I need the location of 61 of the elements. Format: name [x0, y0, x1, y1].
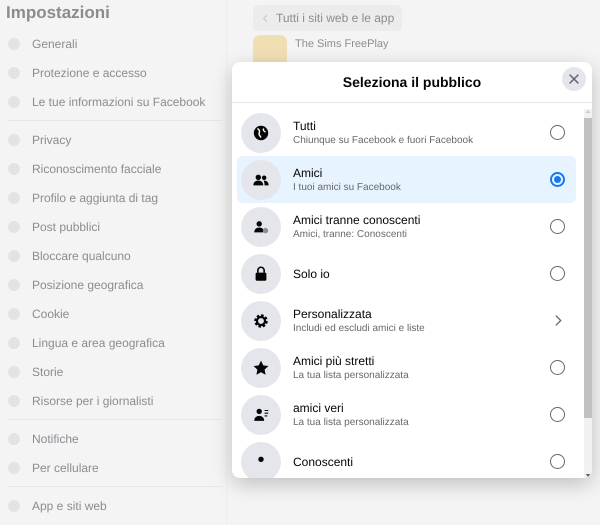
audience-option[interactable]: Amici tranne conoscenti Amici, tranne: Conoscenti [237, 203, 576, 250]
option-description: Includi ed escludi amici e liste [293, 323, 426, 334]
sidebar-item[interactable]: Riconoscimento facciale [6, 154, 226, 183]
option-title: Tutti [293, 119, 317, 133]
close-icon [567, 72, 581, 86]
gear-icon [241, 300, 281, 340]
sidebar-item[interactable]: Privacy [6, 125, 226, 154]
dialog-title: Seleziona il pubblico [342, 74, 482, 90]
sidebar-item[interactable]: Risorse per i giornalisti [6, 386, 226, 415]
sidebar-item[interactable]: Cookie [6, 299, 226, 328]
option-description: La tua lista personalizzata [293, 370, 410, 381]
option-description: La tua lista personalizzata [293, 417, 410, 428]
sidebar-item[interactable]: Storie [6, 357, 226, 386]
sidebar-item[interactable]: Profilo e aggiunta di tag [6, 183, 226, 212]
sidebar-item[interactable]: App e siti web [6, 491, 226, 520]
radio-button[interactable] [550, 360, 565, 375]
option-title: Amici più stretti [293, 354, 376, 368]
audience-option[interactable]: amici veri La tua lista personalizzata [237, 391, 576, 438]
lock-icon [241, 254, 281, 294]
sidebar-item[interactable]: Le tue informazioni su Facebook [6, 87, 226, 116]
radio-button[interactable] [550, 172, 565, 187]
sidebar-item[interactable]: Lingua e area geografica [6, 328, 226, 357]
audience-option[interactable]: Amici più stretti La tua lista personalizzata [237, 344, 576, 391]
radio-button[interactable] [550, 266, 565, 281]
option-description: Chiunque su Facebook e fuori Facebook [293, 135, 474, 146]
close-button[interactable] [562, 67, 586, 91]
radio-button[interactable] [550, 125, 565, 140]
back-button[interactable]: Tutti i siti web e le app [253, 5, 402, 31]
option-description: I tuoi amici su Facebook [293, 182, 402, 193]
option-title: Amici [293, 166, 324, 180]
option-title: Personalizzata [293, 307, 373, 321]
sidebar-item[interactable]: Posizione geografica [6, 270, 226, 299]
option-title: Solo io [293, 266, 331, 280]
app-name: The Sims FreePlay [295, 38, 389, 50]
chevron-right-icon[interactable] [554, 314, 563, 327]
audience-option[interactable]: Personalizzata Includi ed escludi amici e liste [237, 297, 576, 344]
audience-option[interactable]: Tutti Chiunque su Facebook e fuori Facebook [237, 109, 576, 156]
sidebar-item[interactable]: Per cellulare [6, 453, 226, 482]
option-title: Conoscenti [293, 454, 354, 468]
scroll-down-icon[interactable] [585, 473, 591, 478]
audience-option[interactable]: Amici I tuoi amici su Facebook [237, 156, 576, 203]
option-title: Amici tranne conoscenti [293, 213, 422, 227]
people-icon [241, 160, 281, 200]
scrollbar-thumb[interactable] [584, 118, 592, 418]
radio-button[interactable] [550, 454, 565, 469]
audience-option[interactable]: Solo io [237, 250, 576, 297]
option-title: amici veri [293, 401, 345, 415]
sidebar-item[interactable]: Generali [6, 29, 226, 58]
person-minus-icon [241, 206, 281, 246]
sidebar-item[interactable]: Bloccare qualcuno [6, 241, 226, 270]
sidebar-item[interactable]: Notifiche [6, 424, 226, 453]
chevron-left-icon [261, 14, 270, 22]
radio-button[interactable] [550, 407, 565, 422]
settings-title: Impostazioni [6, 3, 111, 23]
option-description: Amici, tranne: Conoscenti [293, 229, 408, 240]
scrollbar[interactable] [584, 109, 592, 478]
audience-option[interactable]: Conoscenti [237, 438, 576, 478]
person-list-icon [241, 394, 281, 434]
sidebar-item[interactable]: Protezione e accesso [6, 58, 226, 87]
sidebar-item[interactable]: Post pubblici [6, 212, 226, 241]
radio-button[interactable] [550, 219, 565, 234]
